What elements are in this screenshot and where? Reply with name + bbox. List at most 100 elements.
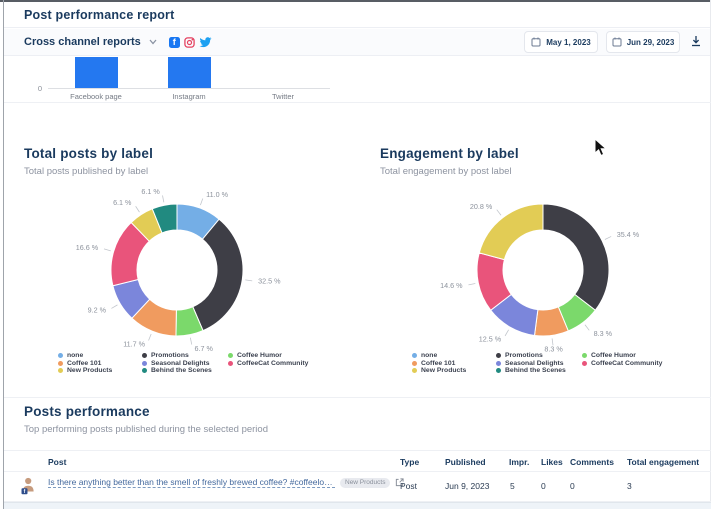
legend-column: Coffee HumorCoffeeCat Community bbox=[582, 352, 662, 367]
legend-item-seasonal-delights[interactable]: Seasonal Delights bbox=[142, 360, 212, 368]
legend-column: Coffee HumorCoffeeCat Community bbox=[228, 352, 308, 367]
legend-label: Promotions bbox=[151, 352, 189, 359]
legend-label: Seasonal Delights bbox=[505, 360, 564, 367]
legend-label: New Products bbox=[421, 367, 466, 374]
legend-dot bbox=[496, 368, 501, 373]
legend-dot bbox=[58, 368, 63, 373]
legend-item-coffeecat-community[interactable]: CoffeeCat Community bbox=[582, 360, 662, 368]
channel-bar-chart[interactable]: 0 Facebook pageInstagramTwitter bbox=[4, 57, 711, 102]
cell-total-engagement: 3 bbox=[627, 481, 632, 491]
chevron-down-icon[interactable] bbox=[149, 39, 157, 45]
label-leader-line bbox=[111, 305, 117, 309]
engagement-donut-chart[interactable]: 35.4 %8.3 %8.3 %12.5 %14.6 %20.8 % bbox=[393, 186, 693, 354]
bar-category-label: Instagram bbox=[144, 92, 234, 101]
legend-item-coffee-101[interactable]: Coffee 101 bbox=[58, 360, 112, 368]
col-comments: Comments bbox=[570, 457, 614, 467]
col-total-engagement: Total engagement bbox=[627, 457, 699, 467]
legend-item-promotions[interactable]: Promotions bbox=[496, 352, 566, 360]
label-leader-line bbox=[190, 338, 191, 345]
page-title: Post performance report bbox=[24, 8, 174, 22]
legend-label: CoffeeCat Community bbox=[237, 360, 308, 367]
donut-percent-label: 9.2 % bbox=[88, 306, 107, 315]
label-leader-line bbox=[163, 195, 164, 202]
label-leader-line bbox=[585, 325, 589, 331]
report-toolbar: Cross channel reports f bbox=[4, 29, 710, 56]
donut-slice-promotions[interactable] bbox=[543, 204, 609, 310]
legend-item-promotions[interactable]: Promotions bbox=[142, 352, 212, 360]
donut-percent-label: 16.6 % bbox=[76, 243, 99, 252]
legend-column: noneCoffee 101New Products bbox=[58, 352, 112, 375]
table-header-divider bbox=[4, 471, 711, 472]
donut-percent-label: 6.1 % bbox=[113, 198, 132, 207]
report-page: Post performance report Cross channel re… bbox=[0, 0, 711, 509]
date-from-picker[interactable]: May 1, 2023 bbox=[524, 31, 598, 53]
donut-percent-label: 35.4 % bbox=[617, 230, 640, 239]
legend-dot bbox=[142, 353, 147, 358]
legend-item-coffee-101[interactable]: Coffee 101 bbox=[412, 360, 466, 368]
engagement-title: Engagement by label bbox=[380, 146, 519, 161]
legend-dot bbox=[582, 361, 587, 366]
col-impressions: Impr. bbox=[509, 457, 529, 467]
col-likes: Likes bbox=[541, 457, 563, 467]
bar-category-label: Facebook page bbox=[51, 92, 141, 101]
donut-percent-label: 11.0 % bbox=[206, 190, 228, 199]
total-posts-title: Total posts by label bbox=[24, 146, 153, 161]
bar-0[interactable] bbox=[75, 57, 118, 88]
label-leader-line bbox=[136, 206, 140, 212]
legend-label: New Products bbox=[67, 367, 112, 374]
cell-published: Jun 9, 2023 bbox=[445, 481, 489, 491]
total-posts-subtitle: Total posts published by label bbox=[24, 166, 148, 177]
legend-dot bbox=[412, 368, 417, 373]
label-leader-line bbox=[200, 199, 202, 206]
legend-item-behind-the-scenes[interactable]: Behind the Scenes bbox=[142, 367, 212, 375]
donut-percent-label: 6.1 % bbox=[141, 187, 160, 196]
cell-likes: 0 bbox=[541, 481, 546, 491]
legend-label: none bbox=[67, 352, 83, 359]
post-avatar: f bbox=[21, 477, 35, 495]
section-divider bbox=[4, 102, 711, 103]
legend-label: Coffee Humor bbox=[237, 352, 282, 359]
legend-label: Seasonal Delights bbox=[151, 360, 210, 367]
legend-label: Promotions bbox=[505, 352, 543, 359]
legend-item-none[interactable]: none bbox=[58, 352, 112, 360]
legend-item-new-products[interactable]: New Products bbox=[58, 367, 112, 375]
engagement-subtitle: Total engagement by post label bbox=[380, 166, 512, 177]
date-to-picker[interactable]: Jun 29, 2023 bbox=[606, 31, 680, 53]
cell-type: Post bbox=[400, 481, 417, 491]
post-link[interactable]: Is there anything better than the smell … bbox=[48, 477, 335, 488]
donut-slice-new-products[interactable] bbox=[479, 204, 543, 260]
twitter-icon bbox=[199, 37, 212, 48]
legend-item-coffee-humor[interactable]: Coffee Humor bbox=[582, 352, 662, 360]
legend-label: Behind the Scenes bbox=[151, 367, 212, 374]
legend-item-coffeecat-community[interactable]: CoffeeCat Community bbox=[228, 360, 308, 368]
label-leader-line bbox=[468, 283, 475, 284]
legend-item-behind-the-scenes[interactable]: Behind the Scenes bbox=[496, 367, 566, 375]
legend-column: PromotionsSeasonal DelightsBehind the Sc… bbox=[142, 352, 212, 375]
legend-item-seasonal-delights[interactable]: Seasonal Delights bbox=[496, 360, 566, 368]
post-label-badge: New Products bbox=[340, 478, 390, 488]
posts-performance-title: Posts performance bbox=[24, 404, 150, 419]
cell-comments: 0 bbox=[570, 481, 575, 491]
label-leader-line bbox=[245, 280, 252, 281]
download-icon bbox=[690, 35, 702, 47]
instagram-icon bbox=[184, 37, 195, 48]
col-published: Published bbox=[445, 457, 486, 467]
legend-item-coffee-humor[interactable]: Coffee Humor bbox=[228, 352, 308, 360]
legend-dot bbox=[496, 361, 501, 366]
bar-1[interactable] bbox=[168, 57, 211, 88]
legend-label: Coffee Humor bbox=[591, 352, 636, 359]
report-selector[interactable]: Cross channel reports bbox=[24, 36, 141, 48]
label-leader-line bbox=[505, 330, 508, 336]
total-posts-donut-chart[interactable]: 11.0 %32.5 %6.7 %11.7 %9.2 %16.6 %6.1 %6… bbox=[27, 186, 327, 354]
legend-dot bbox=[142, 361, 147, 366]
legend-item-none[interactable]: none bbox=[412, 352, 466, 360]
bottom-scroll-strip bbox=[4, 502, 711, 509]
col-type: Type bbox=[400, 457, 419, 467]
posts-performance-subtitle: Top performing posts published during th… bbox=[24, 424, 268, 435]
y-axis-zero-tick: 0 bbox=[28, 84, 42, 93]
date-from-value: May 1, 2023 bbox=[546, 38, 590, 47]
legend-item-new-products[interactable]: New Products bbox=[412, 367, 466, 375]
legend-dot bbox=[412, 353, 417, 358]
download-report-button[interactable] bbox=[688, 33, 704, 52]
mouse-cursor bbox=[594, 138, 608, 158]
